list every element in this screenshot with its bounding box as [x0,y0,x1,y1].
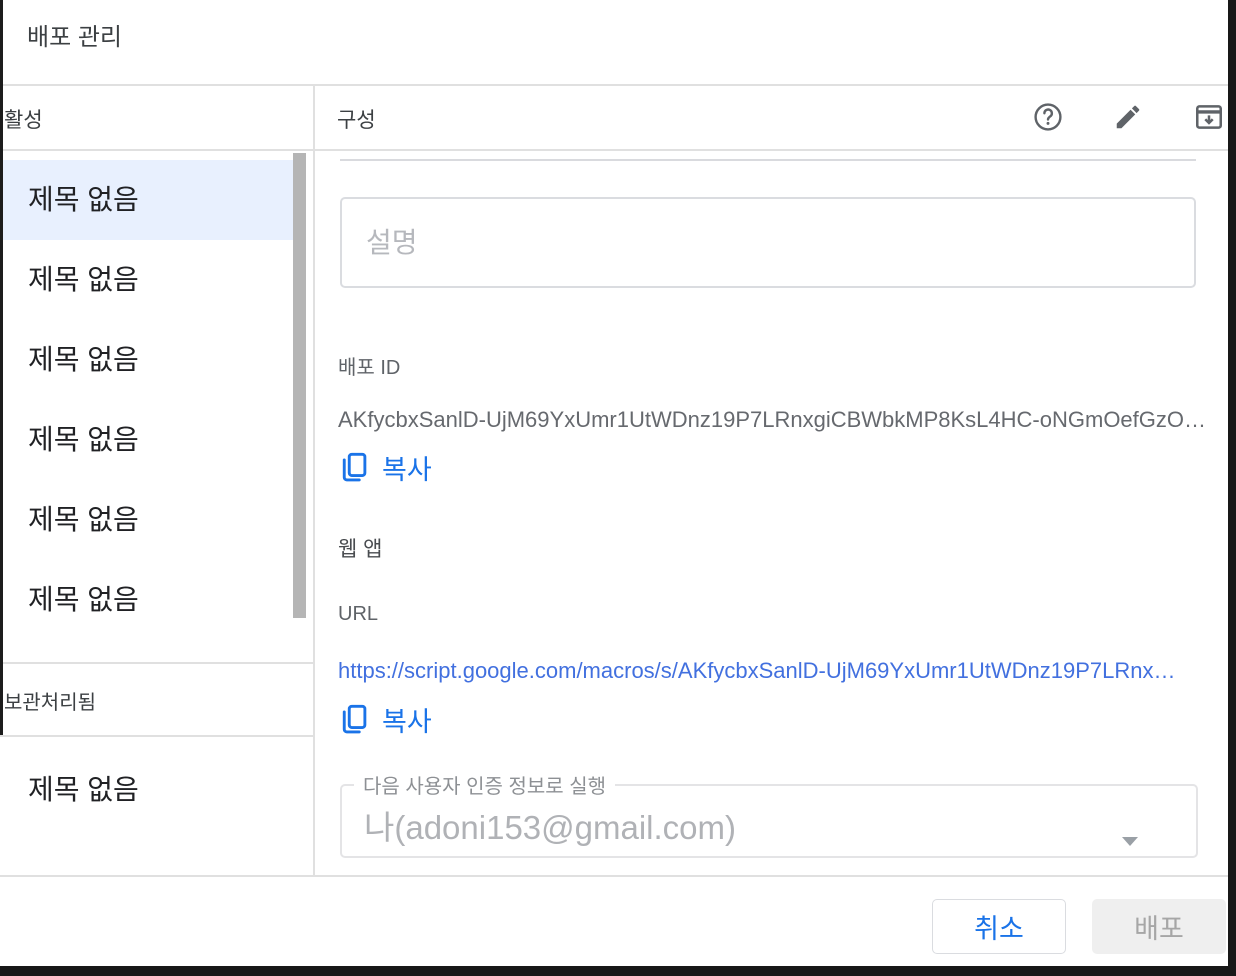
clipped-field-edge [340,159,1196,161]
help-icon [1034,103,1062,131]
dialog-title: 배포 관리 [27,24,122,51]
description-input[interactable] [340,197,1196,288]
archive-button[interactable] [1193,101,1225,133]
copy-url-button[interactable]: 복사 [338,700,432,739]
window-edge-bottom [0,966,1236,976]
web-app-label: 웹 앱 [338,538,383,561]
title-divider [0,84,1228,86]
deployment-list-item[interactable]: 제목 없음 [0,400,293,480]
config-section-header: 구성 [337,109,376,132]
header-divider [0,149,1228,151]
cancel-button[interactable]: 취소 [932,899,1066,954]
deployment-id-value: AKfycbxSanlD-UjM69YxUmr1UtWDnz19P7LRnxgi… [338,407,1207,432]
panel-divider [313,84,315,875]
url-label: URL [338,603,379,625]
list-scrollbar-thumb[interactable] [293,153,306,618]
deployment-list-item[interactable]: 제목 없음 [0,320,293,400]
manage-deployments-dialog: 배포 관리 활성 구성 제목 없음 제목 없음 제목 없음 제목 없음 제목 없… [0,0,1228,966]
edit-pencil-icon [1116,105,1140,129]
help-button[interactable] [1032,101,1064,133]
copy-icon [342,704,367,733]
edit-button[interactable] [1112,101,1144,133]
archived-section-header: 보관처리됨 [4,692,96,714]
chevron-down-icon [1122,837,1138,846]
web-app-url-link[interactable]: https://script.google.com/macros/s/AKfyc… [338,658,1176,684]
archived-header-divider [0,735,313,737]
archived-section-divider [0,662,313,664]
footer-divider [0,875,1228,877]
copy-label: 복사 [382,707,432,737]
execute-as-select[interactable]: 다음 사용자 인증 정보로 실행 나(adoni153@gmail.com) [340,770,1198,858]
deployment-list-item[interactable]: 제목 없음 [0,480,293,560]
copy-icon [342,452,367,481]
copy-deployment-id-button[interactable]: 복사 [338,448,432,487]
deployment-list-item[interactable]: 제목 없음 [0,560,293,640]
deployment-list-item[interactable]: 제목 없음 [0,240,293,320]
deploy-button[interactable]: 배포 [1092,899,1226,954]
copy-label: 복사 [382,455,432,485]
window-edge-right [1228,0,1236,976]
active-section-header: 활성 [4,109,43,132]
window-edge-left [0,0,3,735]
execute-as-value: 나(adoni153@gmail.com) [364,809,737,846]
deployment-id-label: 배포 ID [338,357,401,379]
archived-deployment-list-item[interactable]: 제목 없음 [0,750,293,830]
execute-as-label: 다음 사용자 인증 정보로 실행 [363,776,607,798]
archive-icon [1196,105,1223,129]
deployment-list-item[interactable]: 제목 없음 [0,160,293,240]
